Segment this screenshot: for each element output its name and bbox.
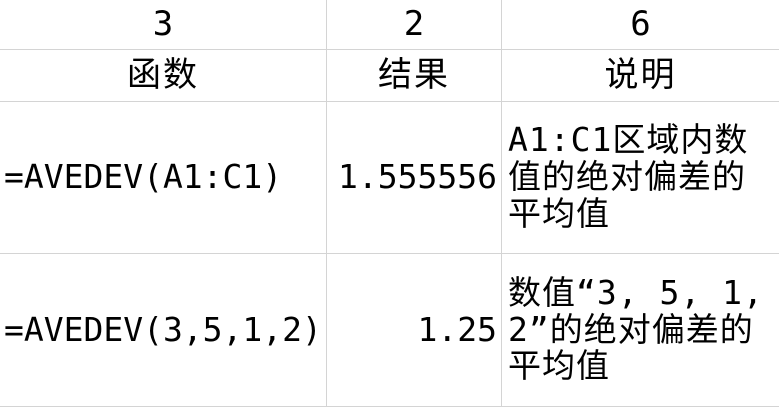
cell-a3[interactable]: =AVEDEV(A1:C1) — [0, 102, 327, 254]
cell-b1[interactable]: 2 — [327, 0, 502, 50]
cell-a4[interactable]: =AVEDEV(3,5,1,2) — [0, 254, 327, 407]
cell-a2[interactable]: 函数 — [0, 50, 327, 102]
cell-b4[interactable]: 1.25 — [327, 254, 502, 407]
result-value: 1.25 — [417, 309, 497, 349]
formula-text: =AVEDEV(A1:C1) — [4, 157, 283, 197]
cell-c2[interactable]: 说明 — [502, 50, 779, 102]
cell-b1-value: 2 — [403, 4, 425, 45]
column-header-result: 结果 — [378, 55, 450, 96]
cell-b2[interactable]: 结果 — [327, 50, 502, 102]
description-text: 数值“3, 5, 1, 2”的绝对偏差的平均值 — [508, 272, 764, 386]
cell-a1[interactable]: 3 — [0, 0, 327, 50]
description-text: A1:C1区域内数值的绝对偏差的平均值 — [508, 120, 749, 233]
cell-b3[interactable]: 1.555556 — [327, 102, 502, 254]
result-value: 1.555556 — [338, 157, 497, 197]
cell-c1[interactable]: 6 — [502, 0, 779, 50]
formula-text: =AVEDEV(3,5,1,2) — [4, 309, 322, 349]
cell-c4[interactable]: 数值“3, 5, 1, 2”的绝对偏差的平均值 — [502, 254, 779, 407]
column-header-description: 说明 — [604, 55, 677, 96]
spreadsheet-grid: 3 2 6 函数 结果 说明 =AVEDEV(A1:C1) 1.555556 A… — [0, 0, 779, 407]
cell-c3[interactable]: A1:C1区域内数值的绝对偏差的平均值 — [502, 102, 779, 254]
cell-c1-value: 6 — [630, 4, 651, 45]
column-header-function: 函数 — [127, 55, 199, 96]
cell-a1-value: 3 — [152, 4, 174, 45]
